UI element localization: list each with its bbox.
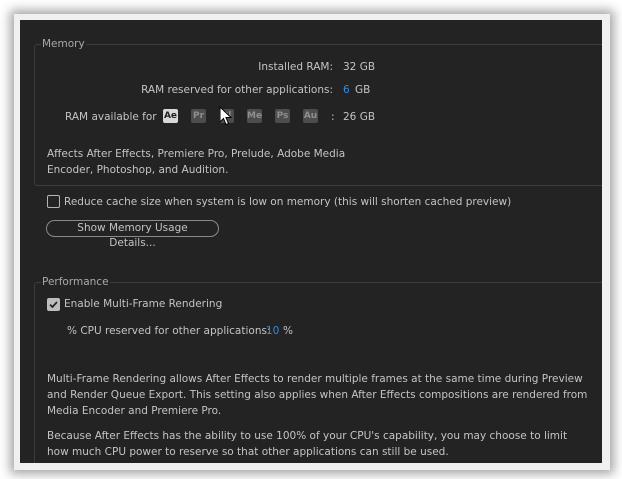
performance-section-title: Performance xyxy=(41,275,110,289)
mouse-pointer-icon xyxy=(219,106,233,126)
preferences-panel: Memory Installed RAM: 32 GB RAM reserved… xyxy=(20,20,602,463)
app-badges: Ae Pr Pl Me Ps Au xyxy=(163,109,323,124)
cpu-reserved-unit: % xyxy=(283,325,293,337)
app-badge-media-encoder: Me xyxy=(247,109,263,123)
app-badge-premiere-pro: Pr xyxy=(191,109,206,123)
performance-group: Performance Enable Multi-Frame Rendering… xyxy=(34,275,602,463)
installed-ram-label: Installed RAM: xyxy=(258,61,333,73)
multi-frame-rendering-checkbox[interactable] xyxy=(47,298,60,311)
reduce-cache-label: Reduce cache size when system is low on … xyxy=(64,196,512,208)
memory-group: Memory Installed RAM: 32 GB RAM reserved… xyxy=(34,37,602,186)
installed-ram-value: 32 GB xyxy=(343,61,376,73)
mfr-description: Multi-Frame Rendering allows After Effec… xyxy=(47,373,588,417)
memory-description: Affects After Effects, Premiere Pro, Pre… xyxy=(47,148,346,176)
app-badge-photoshop: Ps xyxy=(275,109,290,123)
ram-available-label: RAM available for xyxy=(65,111,157,123)
ram-available-separator: : xyxy=(331,111,335,123)
multi-frame-rendering-label: Enable Multi-Frame Rendering xyxy=(64,298,223,310)
app-badge-audition: Au xyxy=(303,109,318,123)
show-memory-usage-details-button[interactable]: Show Memory Usage Details... xyxy=(46,220,219,249)
checkmark-icon xyxy=(49,301,58,309)
ram-reserved-unit: GB xyxy=(355,84,371,96)
cpu-reserved-label: % CPU reserved for other applications: xyxy=(67,325,271,337)
memory-section-title: Memory xyxy=(41,37,86,51)
cpu-reserved-input[interactable]: 10 xyxy=(266,324,279,338)
ram-available-value: 26 GB xyxy=(343,111,376,123)
ram-reserved-input[interactable]: 6 xyxy=(343,83,350,97)
ram-reserved-label: RAM reserved for other applications: xyxy=(141,84,333,96)
app-badge-after-effects: Ae xyxy=(163,109,178,123)
cpu-description: Because After Effects has the ability to… xyxy=(47,430,568,458)
reduce-cache-checkbox[interactable] xyxy=(47,195,60,208)
